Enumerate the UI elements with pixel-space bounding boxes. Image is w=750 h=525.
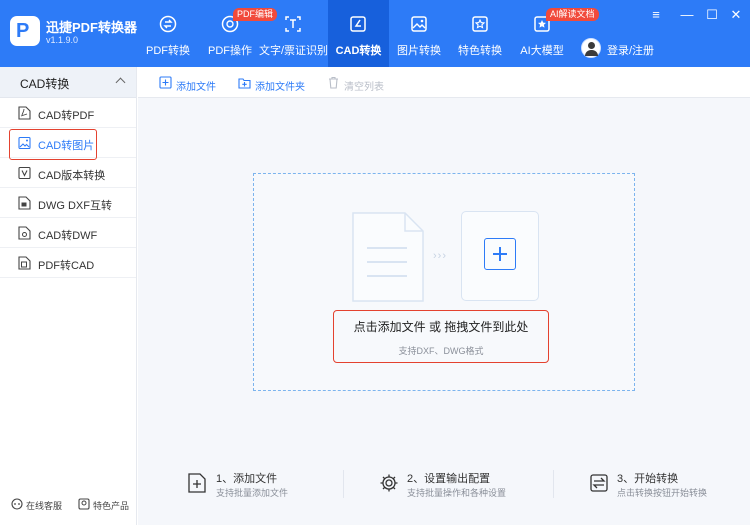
sidebar: CAD转换 CAD转PDF CAD转图片 CAD版本转换 DWG DXF互转 C…	[0, 67, 137, 525]
nav-image-convert[interactable]: 图片转换	[385, 0, 453, 67]
sidebar-item-label: CAD版本转换	[38, 170, 106, 182]
nav-ocr[interactable]: 文字/票证识别	[259, 0, 329, 67]
nav-label: PDF转换	[146, 45, 190, 57]
sidebar-item-label: DWG DXF互转	[38, 200, 112, 212]
special-convert-icon	[472, 16, 488, 32]
nav-label: CAD转换	[335, 45, 382, 57]
nav-label: PDF操作	[208, 45, 252, 57]
nav-label: 文字/票证识别	[259, 45, 329, 57]
swap-file-icon	[18, 196, 31, 210]
cad-file-icon	[18, 256, 31, 270]
nav-cad-convert[interactable]: CAD转换	[328, 0, 389, 67]
sidebar-item-dwg-dxf[interactable]: DWG DXF互转	[0, 188, 136, 218]
avatar	[581, 38, 601, 58]
menu-icon[interactable]: ≡	[649, 8, 663, 22]
maximize-button[interactable]: ☐	[705, 8, 719, 22]
sidebar-header-label: CAD转换	[20, 77, 70, 91]
arrows-icon: ›››	[433, 250, 447, 262]
products-icon	[78, 498, 90, 510]
sidebar-item-cad-to-dwf[interactable]: CAD转DWF	[0, 218, 136, 248]
app-version: v1.1.9.0	[46, 35, 79, 45]
pdf-file-icon	[18, 106, 31, 120]
step-title: 2、设置输出配置	[407, 473, 491, 485]
image-file-icon	[18, 136, 31, 150]
sidebar-item-label: CAD转DWF	[38, 230, 98, 242]
step-title: 1、添加文件	[216, 473, 278, 485]
sidebar-item-cad-to-image[interactable]: CAD转图片	[0, 128, 136, 160]
dwf-file-icon	[18, 226, 31, 240]
ocr-icon	[285, 16, 301, 32]
minimize-button[interactable]: —	[680, 8, 694, 22]
sidebar-item-cad-version[interactable]: CAD版本转换	[0, 158, 136, 188]
sidebar-item-label: PDF转CAD	[38, 260, 95, 272]
sidebar-item-cad-to-pdf[interactable]: CAD转PDF	[0, 98, 136, 128]
sidebar-header[interactable]: CAD转换	[0, 67, 136, 98]
pdf-convert-icon	[159, 15, 177, 33]
add-file-icon	[159, 76, 172, 89]
close-button[interactable]: ✕	[729, 8, 743, 22]
add-file-box[interactable]	[461, 211, 539, 301]
image-convert-icon	[411, 16, 427, 32]
document-icon	[352, 212, 424, 302]
app-logo-icon: P	[10, 16, 40, 46]
drop-zone-subtitle: 支持DXF、DWG格式	[398, 346, 484, 356]
step-divider	[553, 470, 554, 498]
add-file-step-icon	[188, 473, 206, 493]
nav-label: 特色转换	[458, 45, 502, 57]
nav-pdf-convert[interactable]: PDF转换	[134, 0, 202, 67]
app-name: 迅捷PDF转换器	[46, 20, 138, 35]
add-folder-label: 添加文件夹	[255, 82, 305, 93]
add-file-label: 添加文件	[176, 82, 216, 93]
add-folder-icon	[238, 78, 251, 89]
nav-special-convert[interactable]: 特色转换	[446, 0, 514, 67]
sidebar-item-label: CAD转PDF	[38, 110, 95, 122]
top-bar: P 迅捷PDF转换器 v1.1.9.0 PDF转换 PDF操作 PDF编辑 文字…	[0, 0, 750, 67]
trash-icon	[329, 76, 338, 89]
step-desc: 支持批量添加文件	[216, 488, 289, 498]
step-title: 3、开始转换	[617, 473, 679, 485]
clear-list-label: 清空列表	[344, 82, 384, 93]
drop-zone-title: 点击添加文件 或 拖拽文件到此处	[353, 320, 529, 334]
nav-label: 图片转换	[397, 45, 441, 57]
cad-convert-icon	[350, 16, 366, 32]
toolbar: 添加文件 添加文件夹 清空列表	[138, 67, 750, 98]
headset-icon	[11, 498, 23, 510]
login-label: 登录/注册	[607, 45, 655, 57]
step-divider	[343, 470, 344, 498]
products-label: 特色产品	[93, 501, 130, 511]
nav-label: AI大模型	[520, 45, 564, 57]
sidebar-item-pdf-to-cad[interactable]: PDF转CAD	[0, 248, 136, 278]
step-desc: 支持批量操作和各种设置	[407, 488, 507, 498]
gear-icon	[380, 474, 398, 492]
chevron-up-icon	[115, 77, 126, 88]
version-icon	[18, 166, 31, 180]
support-label: 在线客服	[26, 501, 63, 511]
step-desc: 点击转换按钮开始转换	[617, 488, 708, 498]
plus-icon	[484, 238, 516, 270]
convert-icon	[590, 474, 608, 492]
ai-badge: AI解读文档	[546, 8, 599, 21]
sidebar-item-label: CAD转图片	[38, 140, 95, 152]
